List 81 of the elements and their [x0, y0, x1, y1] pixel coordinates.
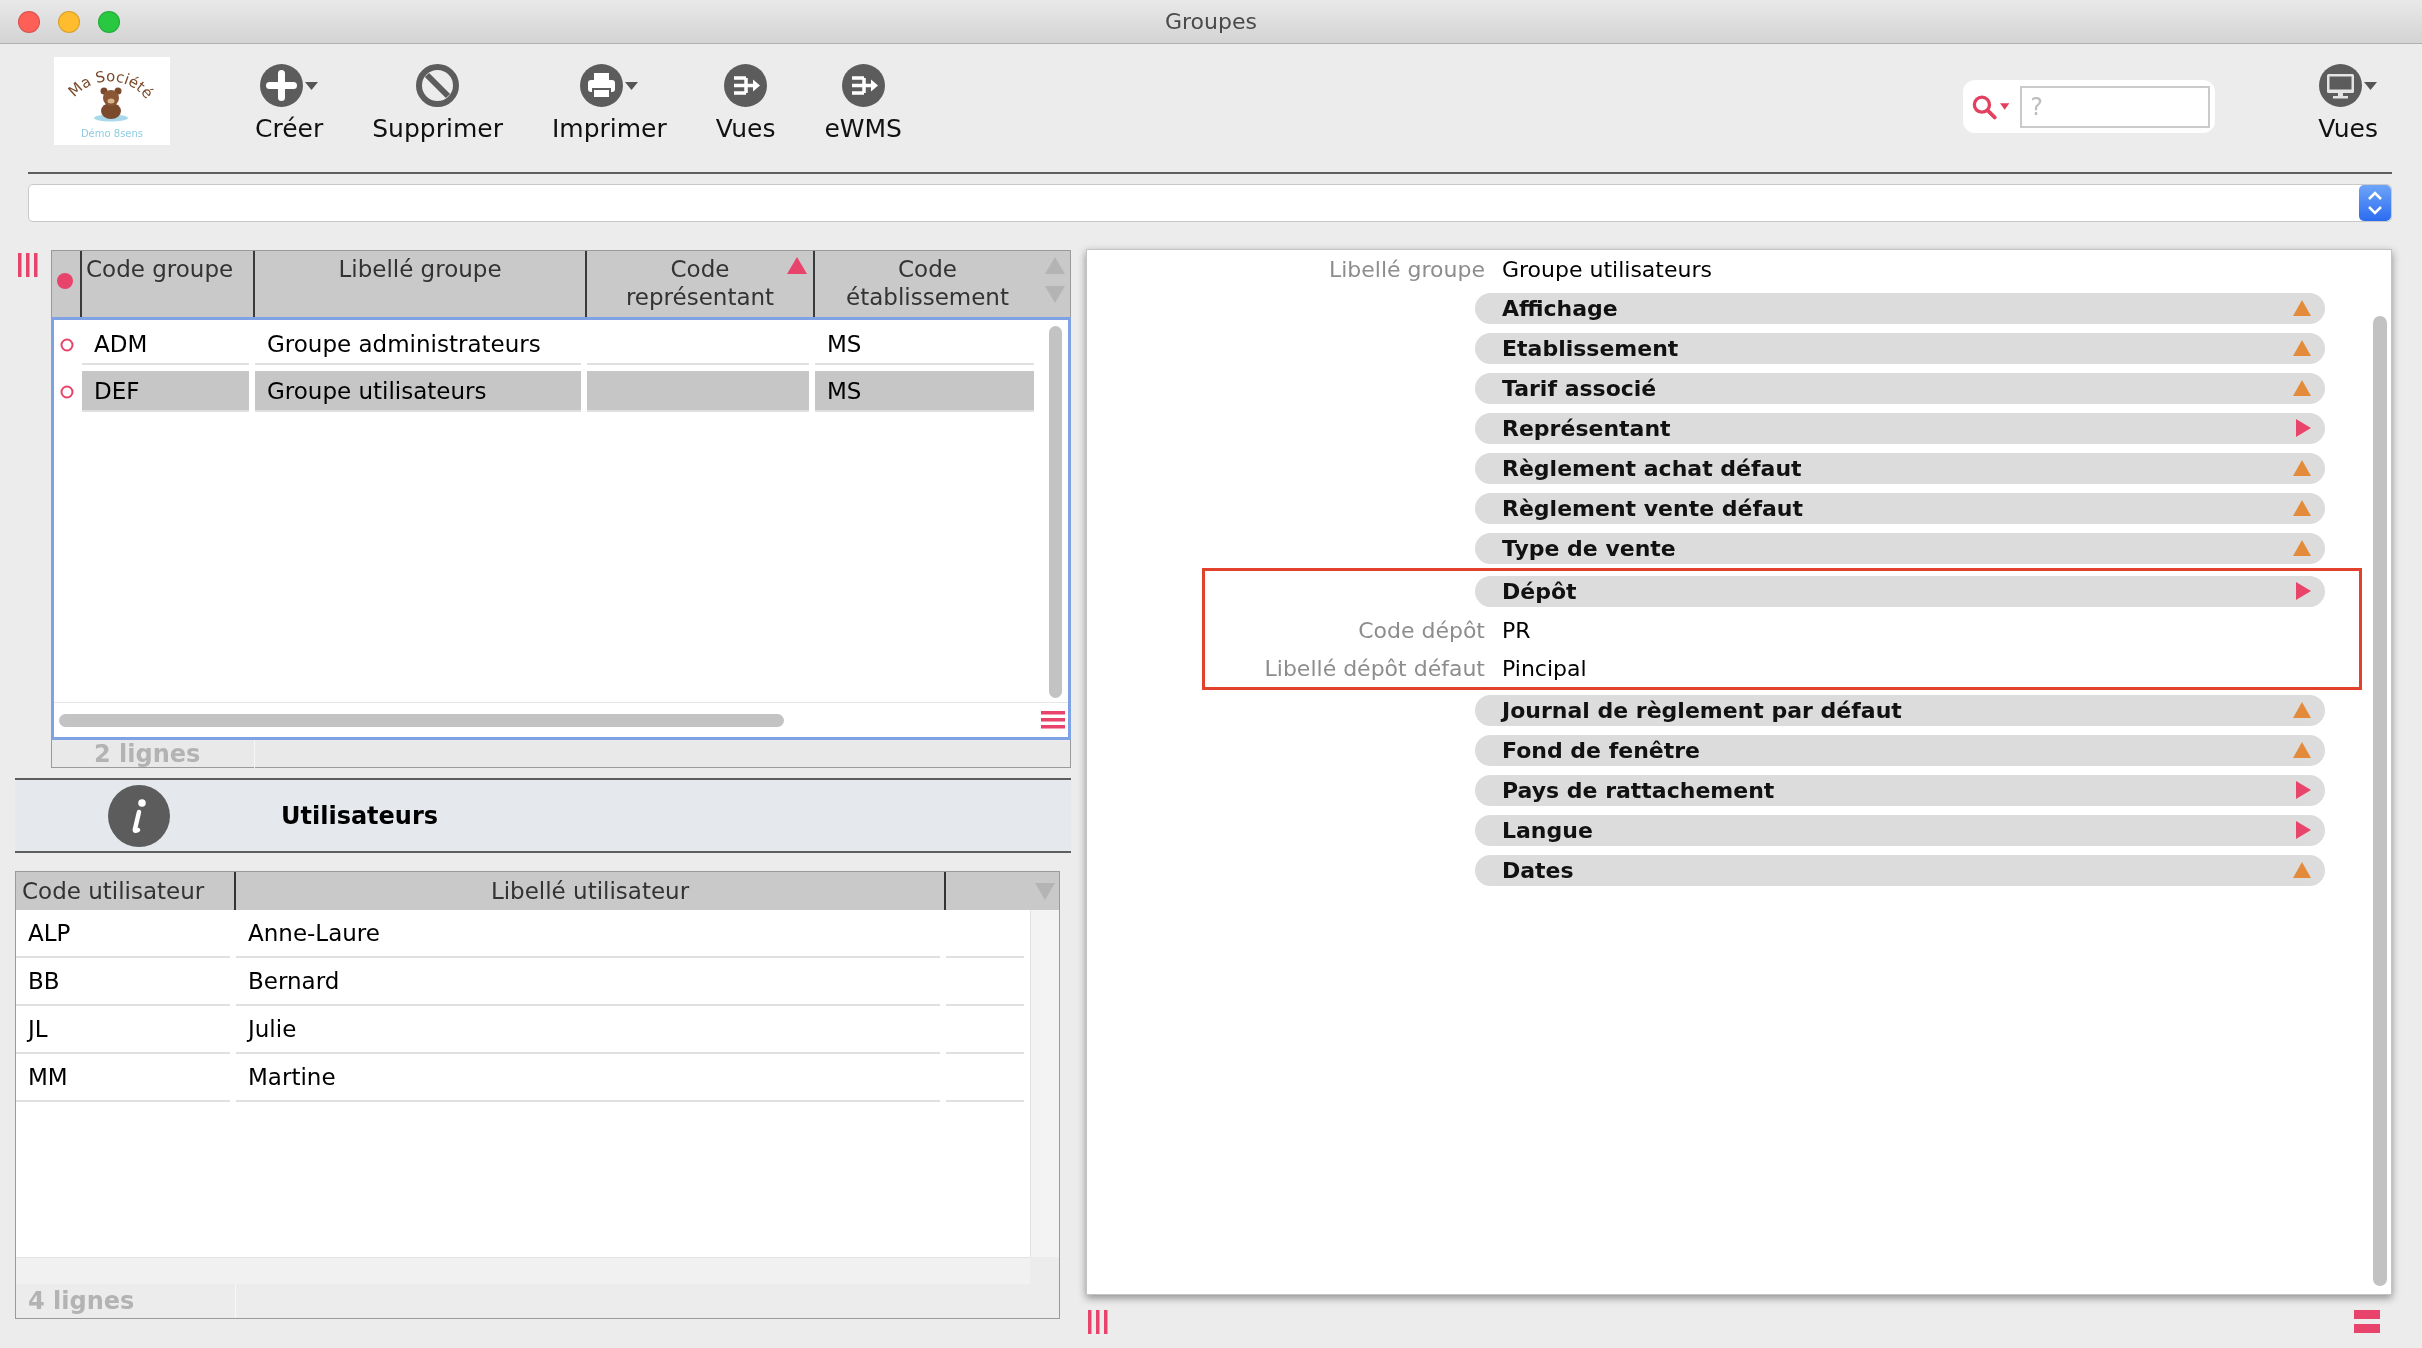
combo-field[interactable]	[28, 184, 2392, 222]
plus-icon	[260, 64, 304, 107]
prohibit-icon	[416, 64, 460, 107]
dot-icon[interactable]	[57, 273, 73, 289]
window-title: Groupes	[1165, 9, 1257, 34]
toolbar-button[interactable]: Vues	[697, 62, 794, 147]
section-header[interactable]: Langue	[1475, 814, 2325, 846]
table-cell: Groupe utilisateurs	[255, 371, 581, 412]
caret-icon[interactable]	[1999, 103, 2010, 110]
row-count: 4 lignes	[28, 1287, 135, 1315]
triangle-right-icon	[2296, 821, 2311, 839]
table-cell: Bernard	[236, 958, 940, 1006]
section-header[interactable]: Type de vente	[1475, 532, 2325, 564]
scrollbar-track[interactable]	[1030, 910, 1059, 1257]
section-header[interactable]: Règlement vente défaut	[1475, 492, 2325, 524]
triangle-up-icon	[2293, 702, 2311, 718]
search-field[interactable]: ?	[2020, 85, 2211, 128]
field-value: Pincipal	[1502, 655, 1587, 681]
zoom-button[interactable]	[98, 10, 120, 33]
scrollbar-thumb[interactable]	[59, 713, 784, 727]
section-header[interactable]: Fond de fenêtre	[1475, 734, 2325, 766]
table-cell: DEF	[82, 371, 249, 412]
section-header[interactable]: Etablissement	[1475, 332, 2325, 364]
triangle-up-icon	[2293, 300, 2311, 316]
triangle-up-icon	[2293, 540, 2311, 556]
section-header[interactable]: Représentant	[1475, 412, 2325, 444]
table-cell: MS	[815, 324, 1034, 365]
table-cell: MS	[815, 371, 1034, 412]
triangle-up-icon	[2293, 862, 2311, 878]
scrollbar-track[interactable]	[16, 1257, 1030, 1284]
triangle-up-icon	[2293, 380, 2311, 396]
section-header[interactable]: Dates	[1475, 854, 2325, 886]
info-icon[interactable]	[108, 784, 170, 847]
section-header[interactable]: Règlement achat défaut	[1475, 452, 2325, 484]
triangle-right-icon	[2296, 582, 2311, 600]
triangle-right-icon	[2296, 781, 2311, 799]
field-label: Code dépôt	[1357, 617, 1485, 643]
table-cell: Groupe administrateurs	[255, 324, 581, 365]
table-cell: Anne-Laure	[236, 910, 940, 958]
section-header[interactable]: Affichage	[1475, 292, 2325, 324]
panel-title: Utilisateurs	[281, 801, 439, 830]
triangle-up-icon	[2293, 460, 2311, 476]
views-menu-button[interactable]: Vues	[2300, 62, 2396, 147]
section-header[interactable]: Journal de règlement par défaut	[1475, 694, 2325, 726]
toolbar-button[interactable]: Supprimer	[354, 62, 521, 147]
toolbar-button[interactable]: Créer	[237, 62, 342, 147]
triangle-up-icon	[2293, 742, 2311, 758]
table-cell: ADM	[82, 324, 249, 365]
scrollbar-thumb[interactable]	[2373, 316, 2387, 1286]
field-value: PR	[1502, 617, 1531, 643]
section-header[interactable]: Pays de rattachement	[1475, 774, 2325, 806]
vertical-bars-icon[interactable]	[1088, 1309, 1108, 1334]
table-cell: JL	[16, 1006, 230, 1054]
triangle-up-icon	[2293, 340, 2311, 356]
up-down-chevron-icon[interactable]	[2359, 185, 2391, 221]
close-button[interactable]	[18, 10, 40, 33]
field-label: Libellé groupe	[1327, 256, 1485, 282]
field-label: Libellé dépôt défaut	[1263, 655, 1485, 681]
field-value: Groupe utilisateurs	[1502, 256, 1712, 282]
two-bars-icon[interactable]	[2354, 1309, 2380, 1334]
column-header[interactable]: Code établissement	[815, 251, 1040, 317]
triangle-right-icon	[2296, 419, 2311, 437]
table-cell: Martine	[236, 1054, 940, 1102]
printer-icon	[580, 64, 624, 107]
horizontal-bars-icon[interactable]	[1041, 711, 1065, 729]
scrollbar-thumb[interactable]	[1049, 326, 1062, 698]
minimize-button[interactable]	[58, 10, 80, 33]
section-header[interactable]: Dépôt	[1475, 575, 2325, 607]
table-cell: BB	[16, 958, 230, 1006]
search-icon[interactable]	[1972, 93, 1997, 120]
vertical-bars-icon[interactable]	[18, 253, 38, 277]
section-header[interactable]: Tarif associé	[1475, 372, 2325, 404]
table-cell: Julie	[236, 1006, 940, 1054]
monitor-icon	[2319, 64, 2363, 107]
table-cell: MM	[16, 1054, 230, 1102]
toolbar-button[interactable]: Imprimer	[533, 62, 685, 147]
ring-icon[interactable]	[60, 337, 74, 352]
triangle-up-icon	[2293, 500, 2311, 516]
toolbar-button[interactable]: eWMS	[806, 62, 920, 147]
ring-icon[interactable]	[60, 384, 74, 399]
table-cell: ALP	[16, 910, 230, 958]
